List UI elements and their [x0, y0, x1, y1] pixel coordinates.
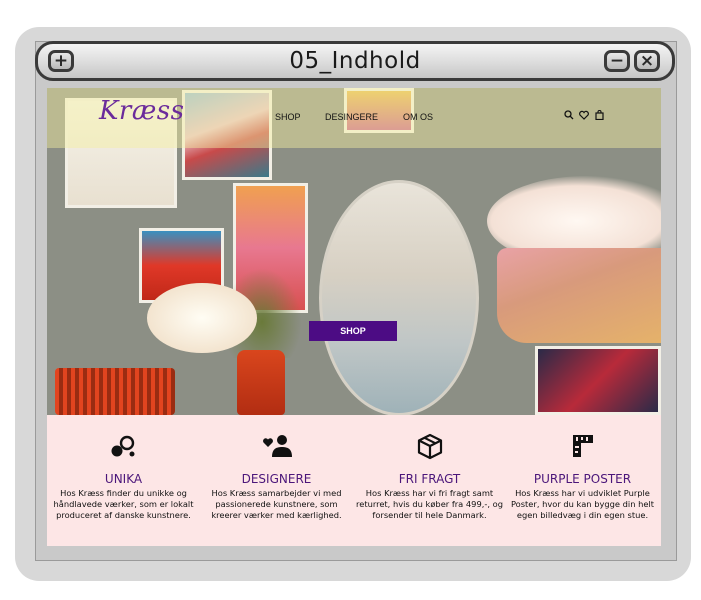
circles-icon	[47, 433, 200, 461]
hero-vase	[237, 350, 285, 415]
hero-paper-lamp	[147, 283, 257, 353]
search-icon[interactable]	[564, 110, 574, 123]
minimize-button[interactable]: −	[604, 50, 630, 72]
feature-text: Hos Kræss har vi fri fragt samt returret…	[355, 488, 503, 520]
feature-title: UNIKA	[104, 472, 143, 486]
minus-icon: −	[609, 50, 625, 71]
cart-icon[interactable]	[595, 110, 604, 123]
feature-title: PURPLE POSTER	[533, 472, 632, 486]
hero-chair	[55, 368, 175, 415]
hero-mirror	[319, 180, 479, 415]
feature-title: FRI FRAGT	[398, 472, 461, 486]
box-icon	[353, 433, 506, 461]
feature-text: Hos Kræss har vi udviklet Purple Poster,…	[510, 488, 655, 520]
site-logo[interactable]: Kræss	[99, 96, 184, 126]
nav-shop[interactable]: SHOP	[275, 112, 301, 122]
title-bar[interactable]: + 05_Indhold − ×	[35, 41, 675, 81]
people-heart-icon	[200, 433, 353, 461]
website: Kræss SHOP DESINGERE OM OS SHOP UNIKA Ho…	[47, 88, 661, 546]
hero-image: Kræss SHOP DESINGERE OM OS SHOP	[47, 88, 661, 415]
hero-shop-button[interactable]: SHOP	[309, 321, 397, 341]
feature-text: Hos Kræss finder du unikke og håndlavede…	[53, 488, 194, 520]
close-icon: ×	[639, 50, 655, 71]
feature-text: Hos Kræss samarbejder vi med passionered…	[211, 488, 342, 520]
features-row: UNIKA Hos Kræss finder du unikke og hånd…	[47, 415, 661, 546]
nav-designers[interactable]: DESINGERE	[325, 112, 378, 122]
nav-about[interactable]: OM OS	[403, 112, 433, 122]
ruler-icon	[506, 433, 659, 461]
hero-poster-dark	[535, 346, 661, 415]
heart-icon[interactable]	[579, 110, 589, 123]
close-button[interactable]: ×	[634, 50, 660, 72]
hero-knit-sweater	[497, 248, 661, 343]
feature-title: DESIGNERE	[241, 472, 312, 486]
window-title: 05_Indhold	[289, 48, 421, 74]
